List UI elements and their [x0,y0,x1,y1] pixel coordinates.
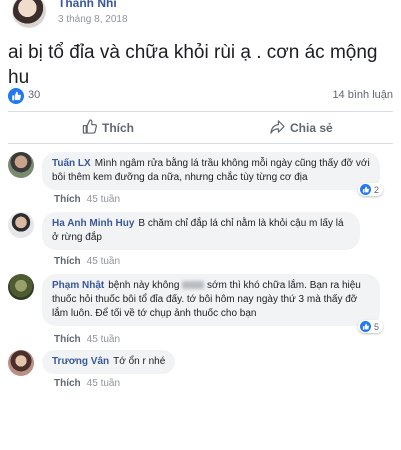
post-header: Thanh Nhi 3 tháng 8, 2018 [8,0,398,30]
redacted-text [182,281,205,290]
author-avatar[interactable] [12,0,46,28]
commenter-name[interactable]: Ha Anh Minh Huy [52,218,134,229]
comment-like-link[interactable]: Thích [54,256,81,267]
comment-count[interactable]: 14 bình luận [332,89,393,101]
comment-text-start: bệnh này không [108,280,180,291]
comment-bubble: Trương Vân Tớ ổn r nhé [42,350,176,374]
comment: Trương Vân Tớ ổn r nhé Thích 45 tuần [8,350,393,394]
reaction-summary: 30 14 bình luận [8,86,393,106]
comment-like-link[interactable]: Thích [54,194,81,205]
comment-like-link[interactable]: Thích [54,378,81,389]
comment-reactions[interactable]: 2 [358,183,384,196]
comment-meta: Thích 45 tuần [54,256,120,267]
share-button-label: Chia sẻ [290,121,333,135]
comment-bubble: Ha Anh Minh Huy B chăm chỉ đắp lá chỉ nằm… [42,212,360,250]
comment-reactions[interactable]: 5 [358,320,384,333]
comment-text: Tớ ổn r nhé [113,356,166,367]
comment-meta: Thích 45 tuần [54,378,120,389]
comment-meta: Thích 45 tuần [54,194,120,205]
comment-time[interactable]: 45 tuần [87,334,120,345]
reaction-count: 5 [374,321,380,332]
like-reaction-icon [360,184,371,195]
comment-bubble: Phạm Nhật bệnh này không sớm thì khó chữa… [42,274,380,326]
comment-bubble: Tuấn LX Mình ngâm rửa bằng lá trầu không … [42,152,380,190]
commenter-avatar[interactable] [8,274,34,300]
like-reaction-icon [360,321,371,332]
commenter-avatar[interactable] [8,350,34,376]
commenter-avatar[interactable] [8,212,34,238]
comment-time[interactable]: 45 tuần [87,378,120,389]
comment: Tuấn LX Mình ngâm rửa bằng lá trầu không … [8,152,393,205]
comment: Phạm Nhật bệnh này không sớm thì khó chữa… [8,274,393,346]
commenter-name[interactable]: Tuấn LX [52,158,91,169]
comment-time[interactable]: 45 tuần [87,194,120,205]
comment-time[interactable]: 45 tuần [87,256,120,267]
divider [8,143,393,144]
like-button-label: Thích [102,121,134,135]
post-date[interactable]: 3 tháng 8, 2018 [58,14,128,25]
comment-like-link[interactable]: Thích [54,334,81,345]
divider [8,111,393,112]
commenter-name[interactable]: Trương Vân [52,356,109,367]
thumbs-up-icon [82,119,97,137]
post-text: ai bị tổ đỉa và chữa khỏi rùi ạ . cơn ác… [8,42,378,88]
comment: Ha Anh Minh Huy B chăm chỉ đắp lá chỉ nằm… [8,212,393,268]
share-button[interactable]: Chia sẻ [270,118,333,138]
share-arrow-icon [270,119,285,137]
reaction-count: 2 [374,184,380,195]
commenter-name[interactable]: Phạm Nhật [52,280,104,291]
commenter-avatar[interactable] [8,152,34,178]
comment-meta: Thích 45 tuần [54,334,120,345]
comment-text: Mình ngâm rửa bằng lá trầu không mỗi ngà… [52,158,370,183]
like-count[interactable]: 30 [28,89,40,101]
like-reaction-icon[interactable] [8,88,24,104]
author-name[interactable]: Thanh Nhi [58,0,117,10]
like-button[interactable]: Thích [82,118,134,138]
